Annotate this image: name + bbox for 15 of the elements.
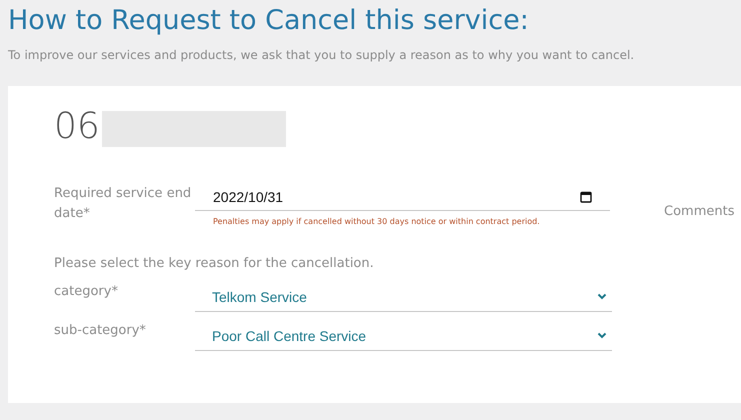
field-label: Required service end date* — [54, 185, 192, 223]
dropdown-field[interactable]: Telkom Service — [195, 278, 612, 312]
reason-prompt: Please select the key reason for the cancellation. — [54, 255, 375, 273]
dropdown-field[interactable]: Poor Call Centre Service — [195, 317, 612, 351]
penalty-note: Penalties may apply if cancelled without 30 days notice or within contract period. — [212, 216, 541, 226]
field-label: category* — [54, 283, 119, 301]
field-label: sub-category* — [54, 322, 147, 340]
date-field[interactable]: 2022/10/31 — [195, 184, 610, 211]
page-title: How to Request to Cancel this service: — [7, 4, 530, 38]
intro-text: To improve our services and products, we ask that you to supply a reason as to why you want to cancel. — [8, 48, 636, 62]
service-number: 06 — [54, 106, 100, 146]
calendar-icon[interactable] — [580, 191, 592, 203]
chevron-icon — [597, 332, 607, 339]
comments-label: Comments — [664, 203, 734, 221]
chevron-icon — [597, 293, 607, 300]
